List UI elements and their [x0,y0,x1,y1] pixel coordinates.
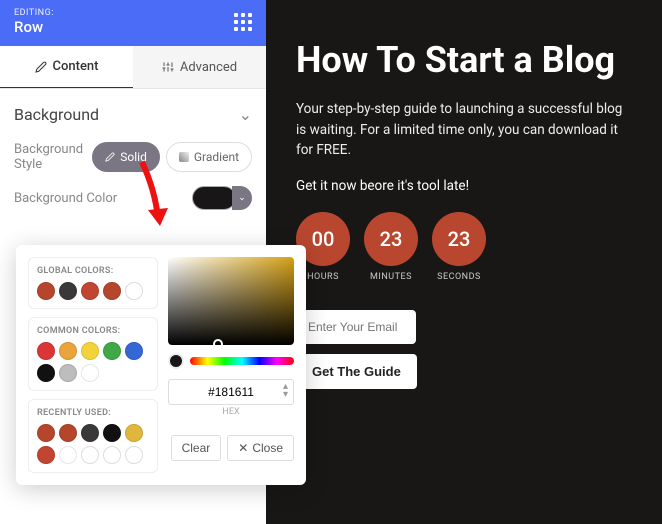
global-colors-label: GLOBAL COLORS: [37,266,149,276]
color-swatch-empty[interactable] [125,282,143,300]
countdown-label: MINUTES [364,272,418,282]
countdown: 00HOURS23MINUTES23SECONDS [296,212,632,282]
section-header[interactable]: Background ⌄ [14,105,252,124]
tab-content[interactable]: Content [0,46,133,88]
color-swatch[interactable] [59,364,77,382]
color-swatch[interactable] [103,282,121,300]
recent-colors-group: RECENTLY USED: [28,399,158,473]
color-swatch-empty[interactable] [103,446,121,464]
chevron-down-icon[interactable]: ⌄ [232,186,252,210]
sliders-icon [162,61,174,73]
close-icon: ✕ [238,441,248,455]
pencil-icon [35,61,47,73]
color-preview-dot [168,353,184,369]
hex-label: HEX [168,407,294,417]
color-swatch[interactable] [81,342,99,360]
color-swatch-trigger[interactable]: ⌄ [192,186,252,210]
clear-button[interactable]: Clear [171,435,222,461]
recent-colors-label: RECENTLY USED: [37,408,149,418]
countdown-value: 23 [364,212,418,266]
color-swatch[interactable] [59,446,77,464]
color-swatch[interactable] [59,282,77,300]
color-swatch[interactable] [81,282,99,300]
editor-header: EDITING: Row [0,0,266,46]
bg-color-label: Background Color [14,191,117,206]
color-swatch[interactable] [59,424,77,442]
color-picker-popover: GLOBAL COLORS: COMMON COLORS: RECENTLY U… [16,245,306,485]
editor-tabs: Content Advanced [0,46,266,89]
countdown-item: 23 SECONDS [432,212,486,282]
saturation-brightness-picker[interactable] [168,257,294,345]
color-swatch-empty[interactable] [125,446,143,464]
hero-title: How To Start a Blog [296,40,632,81]
color-swatch[interactable] [125,424,143,442]
chevron-down-icon: ⌄ [239,105,252,124]
bg-style-label: Background Style [14,142,92,172]
countdown-item: 23 MINUTES [364,212,418,282]
hex-input[interactable] [168,379,294,405]
cta-line: Get it now beore it's tool late! [296,178,632,194]
get-guide-button[interactable]: Get The Guide [296,354,417,389]
grid-menu-icon[interactable] [234,13,252,31]
common-colors-label: COMMON COLORS: [37,326,149,336]
color-swatch[interactable] [125,342,143,360]
email-field[interactable] [296,310,416,344]
color-swatch[interactable] [37,342,55,360]
color-swatch[interactable] [81,364,99,382]
color-swatch[interactable] [103,424,121,442]
stepper-icon[interactable]: ▴▾ [283,383,288,399]
color-swatch[interactable] [37,364,55,382]
gradient-icon [179,152,189,162]
picker-handle[interactable] [213,339,223,349]
section-title: Background [14,105,99,124]
gradient-button[interactable]: Gradient [166,142,252,172]
color-swatch[interactable] [37,282,55,300]
editing-element-name: Row [14,18,54,36]
page-preview: How To Start a Blog Your step-by-step gu… [266,0,662,524]
hero-subtitle: Your step-by-step guide to launching a s… [296,99,632,160]
common-colors-group: COMMON COLORS: [28,317,158,391]
color-swatch[interactable] [37,424,55,442]
hue-slider[interactable] [190,357,294,365]
tab-content-label: Content [53,59,99,74]
countdown-value: 23 [432,212,486,266]
color-swatch[interactable] [103,342,121,360]
pencil-icon [105,152,115,162]
countdown-label: SECONDS [432,272,486,282]
color-swatch[interactable] [81,424,99,442]
current-color-swatch [192,186,236,210]
annotation-arrow [130,160,170,240]
tab-advanced-label: Advanced [180,60,237,75]
editing-label: EDITING: [14,8,54,18]
color-swatch[interactable] [37,446,55,464]
tab-advanced[interactable]: Advanced [133,46,266,88]
close-button[interactable]: ✕Close [227,435,294,461]
color-swatch[interactable] [59,342,77,360]
color-swatch-empty[interactable] [81,446,99,464]
global-colors-group: GLOBAL COLORS: [28,257,158,309]
